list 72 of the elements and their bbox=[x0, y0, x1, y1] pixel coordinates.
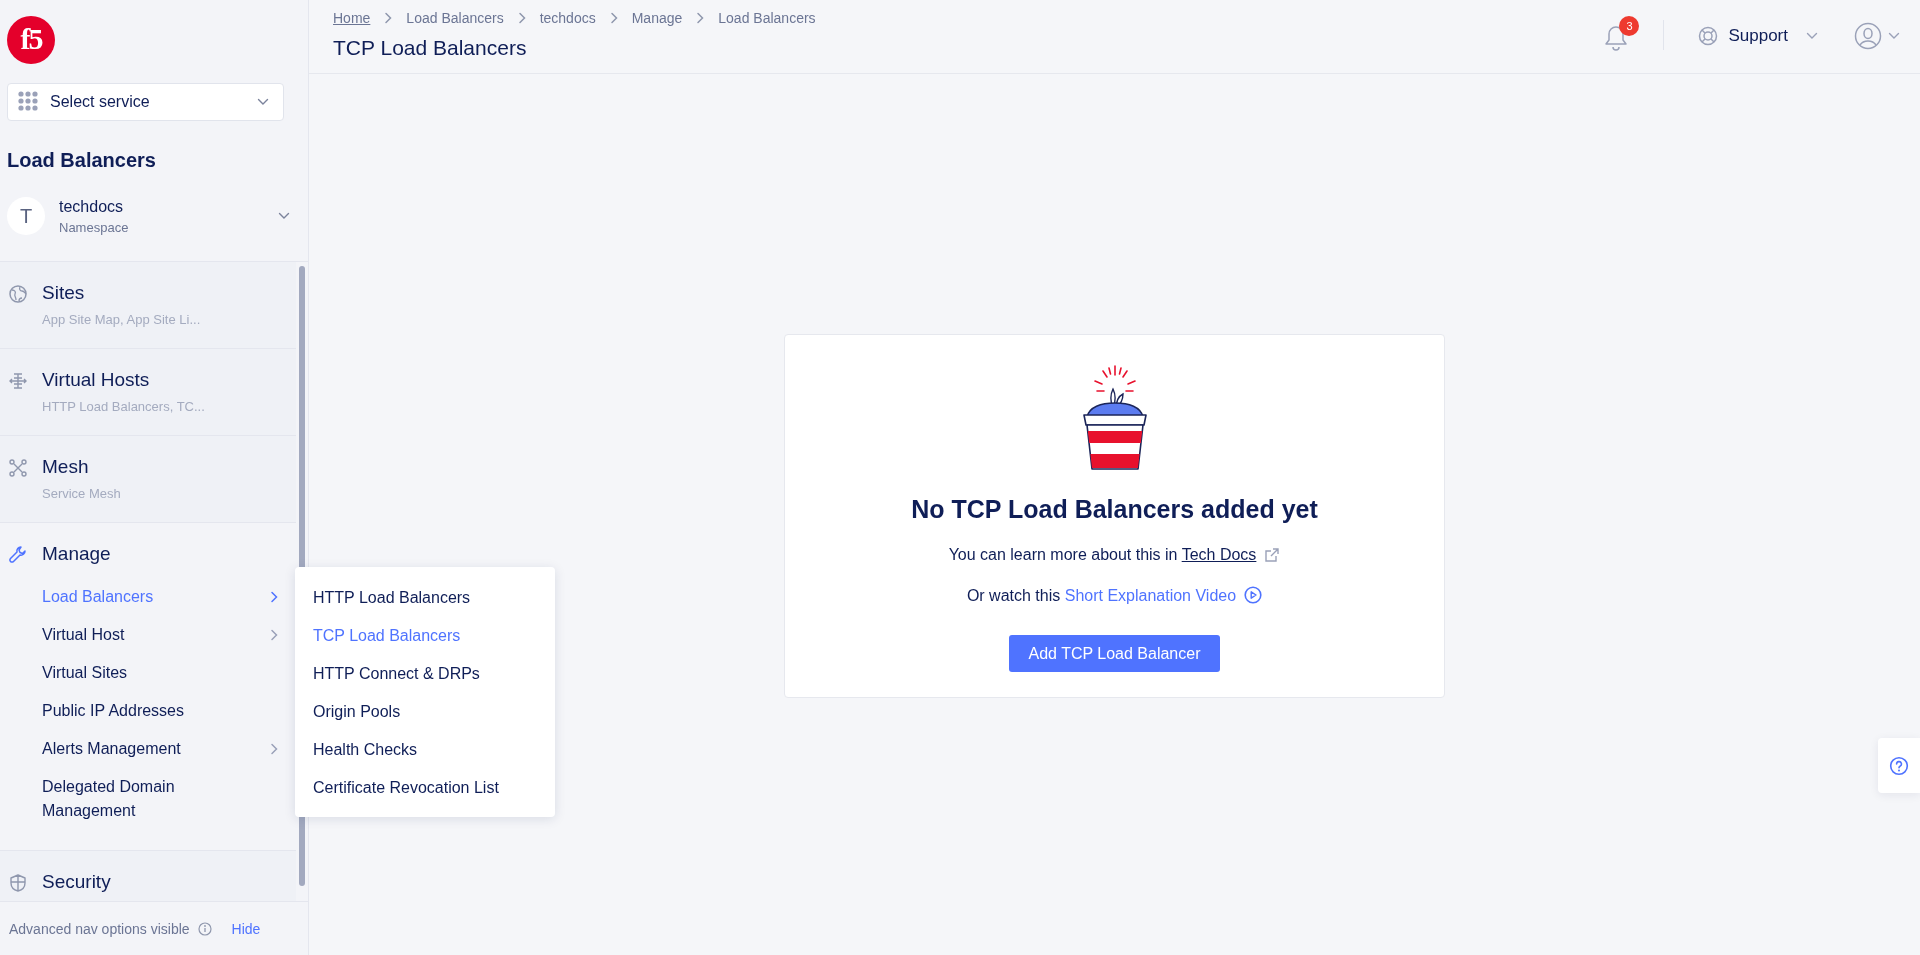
notification-count: 3 bbox=[1619, 16, 1640, 36]
breadcrumb-item[interactable]: techdocs bbox=[539, 10, 596, 26]
namespace-selector[interactable]: T techdocs Namespace bbox=[0, 191, 308, 241]
help-icon bbox=[1889, 755, 1909, 776]
video-sentence: Or watch this Short Explanation Video bbox=[966, 586, 1263, 605]
namespace-name: techdocs bbox=[59, 197, 125, 216]
breadcrumb-item[interactable]: Load Balancers bbox=[406, 10, 504, 26]
nav-item[interactable]: Alerts Management bbox=[42, 730, 296, 768]
chevron-right-icon bbox=[270, 629, 278, 641]
nav-item[interactable]: Virtual Sites bbox=[42, 654, 296, 692]
grid-icon bbox=[18, 91, 40, 113]
nav-item[interactable]: Delegated Domain Management bbox=[42, 768, 296, 830]
lifebuoy-icon bbox=[1698, 26, 1719, 46]
nav-item[interactable]: Virtual Host bbox=[42, 616, 296, 654]
empty-state-title: No TCP Load Balancers added yet bbox=[911, 495, 1318, 524]
external-link-icon bbox=[1264, 547, 1281, 563]
nav-group-title: Sites bbox=[42, 282, 86, 304]
submenu-item[interactable]: Origin Pools bbox=[313, 693, 555, 731]
submenu-item[interactable]: Health Checks bbox=[313, 731, 555, 769]
video-link[interactable]: Short Explanation Video bbox=[1064, 587, 1237, 604]
chevron-right-icon bbox=[696, 12, 705, 24]
tech-docs-link[interactable]: Tech Docs bbox=[1181, 546, 1257, 563]
bell-icon bbox=[1603, 24, 1630, 52]
nav-group-subtitle: App Site Map, App Site Li... bbox=[42, 312, 201, 327]
service-select[interactable]: Select service bbox=[7, 83, 284, 121]
chevron-right-icon bbox=[517, 12, 526, 24]
chevron-right-icon bbox=[609, 12, 618, 24]
page-title: TCP Load Balancers bbox=[333, 36, 528, 60]
chevron-right-icon bbox=[270, 743, 278, 755]
support-menu[interactable]: Support bbox=[1698, 20, 1818, 52]
section-title: Load Balancers bbox=[6, 148, 157, 173]
nav-group[interactable]: Security bbox=[0, 851, 296, 901]
shield-icon bbox=[8, 873, 28, 893]
footer-text: Advanced nav options visible bbox=[9, 920, 190, 937]
chevron-right-icon bbox=[384, 12, 393, 24]
chevron-down-icon bbox=[1888, 32, 1900, 40]
add-button[interactable]: Add TCP Load Balancer bbox=[1008, 635, 1221, 672]
virtual-hosts-icon bbox=[8, 371, 28, 391]
submenu-item[interactable]: HTTP Load Balancers bbox=[313, 579, 555, 617]
hide-link[interactable]: Hide bbox=[231, 920, 261, 937]
nav-group-title: Security bbox=[42, 871, 111, 893]
nav-group-title: Mesh bbox=[42, 456, 90, 478]
nav-item[interactable]: Load Balancers bbox=[42, 578, 296, 616]
docs-sentence: You can learn more about this in Tech Docs bbox=[948, 546, 1281, 564]
user-icon bbox=[1854, 22, 1882, 50]
chevron-right-icon bbox=[270, 591, 278, 603]
globe-icon bbox=[8, 284, 28, 304]
nav-group-subtitle: HTTP Load Balancers, TC... bbox=[42, 399, 205, 414]
chevron-down-icon bbox=[257, 98, 269, 106]
submenu-item[interactable]: HTTP Connect & DRPs bbox=[313, 655, 555, 693]
submenu-item[interactable]: Certificate Revocation List bbox=[313, 769, 555, 807]
breadcrumb-item[interactable]: Home bbox=[333, 10, 371, 26]
wrench-icon bbox=[8, 545, 28, 565]
nav-group-title: Manage bbox=[42, 543, 111, 565]
breadcrumb-item[interactable]: Manage bbox=[631, 10, 683, 26]
mesh-icon bbox=[8, 458, 28, 478]
nav-item[interactable]: Public IP Addresses bbox=[42, 692, 296, 730]
help-button[interactable] bbox=[1878, 738, 1920, 793]
nav-group[interactable]: Virtual Hosts HTTP Load Balancers, TC... bbox=[0, 349, 296, 436]
play-icon bbox=[1244, 586, 1263, 604]
nav-group[interactable]: Sites App Site Map, App Site Li... bbox=[0, 262, 296, 349]
chevron-down-icon bbox=[278, 212, 290, 220]
chevron-down-icon bbox=[1806, 32, 1818, 40]
nav-group-subtitle: Service Mesh bbox=[42, 486, 121, 501]
f5-logo[interactable]: f5 bbox=[7, 16, 55, 64]
breadcrumb-item[interactable]: Load Balancers bbox=[718, 10, 816, 26]
info-icon bbox=[197, 921, 212, 936]
namespace-avatar: T bbox=[7, 197, 45, 235]
namespace-caption: Namespace bbox=[59, 219, 130, 235]
nav-group-title: Virtual Hosts bbox=[42, 369, 151, 391]
submenu-item[interactable]: TCP Load Balancers bbox=[313, 617, 555, 655]
nav-group[interactable]: Mesh Service Mesh bbox=[0, 436, 296, 523]
